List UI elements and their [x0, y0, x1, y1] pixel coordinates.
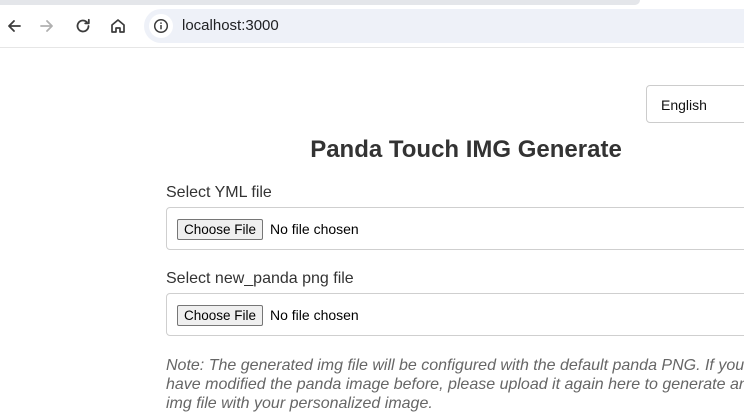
- reload-button[interactable]: [69, 12, 97, 40]
- url-text: localhost:3000: [182, 17, 279, 34]
- png-choose-file-button[interactable]: Choose File: [177, 305, 263, 326]
- png-file-input[interactable]: Choose File No file chosen: [166, 293, 744, 336]
- address-bar[interactable]: localhost:3000: [144, 9, 744, 43]
- reload-icon: [76, 18, 90, 33]
- language-select[interactable]: English: [646, 85, 744, 123]
- note-text: Note: The generated img file will be con…: [166, 357, 744, 412]
- browser-toolbar: localhost:3000: [0, 0, 744, 48]
- home-button[interactable]: [104, 12, 132, 40]
- yml-file-status: No file chosen: [270, 221, 359, 237]
- back-button[interactable]: [0, 12, 28, 40]
- back-icon: [8, 20, 21, 32]
- png-file-status: No file chosen: [270, 307, 359, 323]
- forward-button[interactable]: [33, 12, 61, 40]
- page-title: Panda Touch IMG Generate: [310, 136, 622, 163]
- yml-file-label: Select YML file: [166, 184, 272, 201]
- site-info-icon: [153, 18, 169, 34]
- home-icon: [111, 19, 125, 33]
- png-file-label: Select new_panda png file: [166, 270, 354, 287]
- yml-file-input[interactable]: Choose File No file chosen: [166, 207, 744, 250]
- site-info-button[interactable]: [149, 14, 173, 38]
- yml-choose-file-button[interactable]: Choose File: [177, 219, 263, 240]
- tab-strip-edge: [0, 0, 640, 5]
- forward-icon: [40, 20, 53, 32]
